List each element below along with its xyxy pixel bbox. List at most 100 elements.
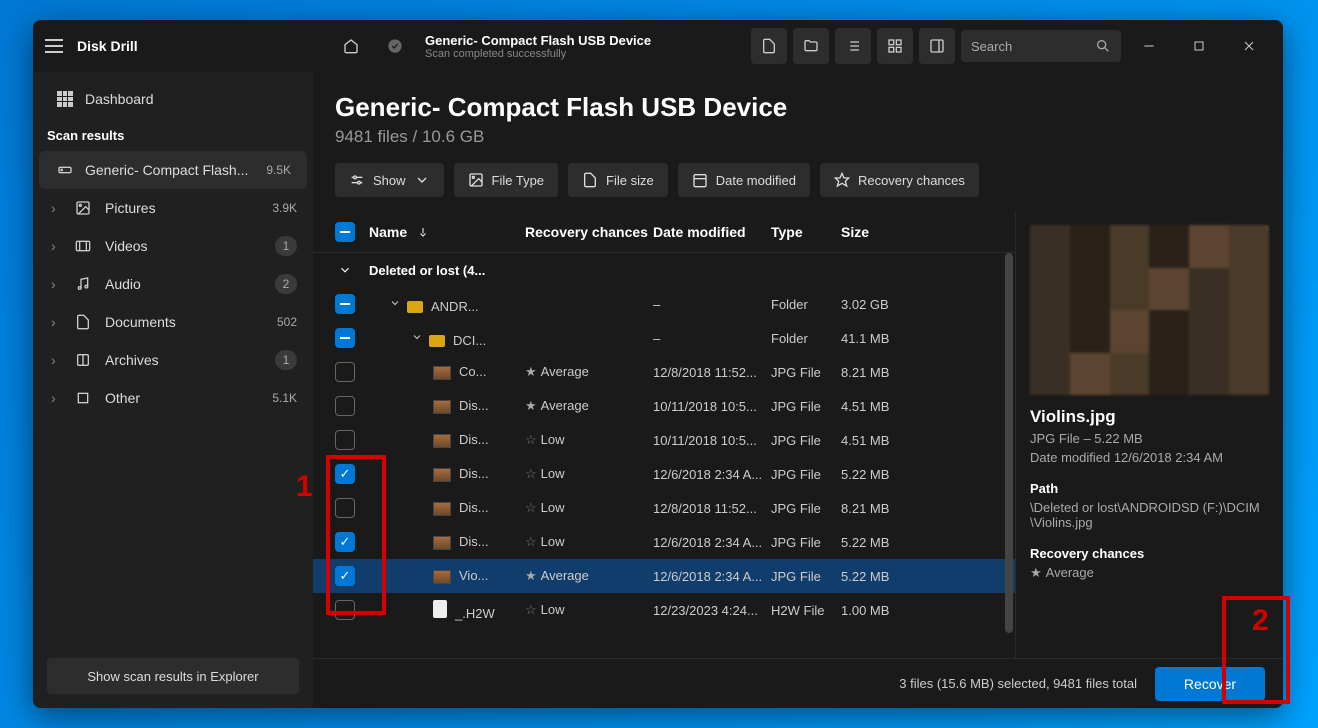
sidebar-item-audio[interactable]: › Audio 2: [33, 265, 313, 303]
page-subtitle: 9481 files / 10.6 GB: [335, 127, 1261, 147]
star-icon: [834, 172, 850, 188]
app-window: Disk Drill Generic- Compact Flash USB De…: [33, 20, 1283, 708]
star-half-icon: ★: [525, 398, 537, 413]
star-half-icon: ★: [525, 568, 537, 583]
search-input[interactable]: Search: [961, 30, 1121, 62]
show-in-explorer-button[interactable]: Show scan results in Explorer: [47, 658, 299, 694]
menu-icon[interactable]: [45, 39, 63, 53]
row-checkbox[interactable]: [335, 328, 355, 348]
preview-meta: JPG File – 5.22 MB: [1030, 431, 1269, 446]
preview-modified: Date modified 12/6/2018 2:34 AM: [1030, 450, 1269, 465]
chevron-right-icon: ›: [51, 352, 63, 368]
file-view-icon[interactable]: [751, 28, 787, 64]
chevron-down-icon: [411, 329, 423, 345]
row-checkbox[interactable]: [335, 396, 355, 416]
calendar-icon: [692, 172, 708, 188]
column-size[interactable]: Size: [841, 224, 1003, 240]
minimize-button[interactable]: [1127, 30, 1171, 62]
sidebar-item-archives[interactable]: › Archives 1: [33, 341, 313, 379]
image-thumb-icon: [433, 434, 451, 448]
date-modified-filter-button[interactable]: Date modified: [678, 163, 810, 197]
sidebar-dashboard[interactable]: Dashboard: [33, 80, 313, 118]
table-row[interactable]: ✓ Dis... ☆Low 12/6/2018 2:34 A... JPG Fi…: [313, 457, 1015, 491]
main-panel: Generic- Compact Flash USB Device 9481 f…: [313, 72, 1283, 708]
folder-view-icon[interactable]: [793, 28, 829, 64]
table-row[interactable]: _.H2W ☆Low 12/23/2023 4:24... H2W File 1…: [313, 593, 1015, 627]
preview-filename: Violins.jpg: [1030, 407, 1269, 427]
star-empty-icon: ☆: [525, 602, 537, 617]
star-half-icon: ★: [525, 364, 537, 379]
folder-icon: [407, 301, 423, 313]
preview-thumbnail: [1030, 225, 1269, 395]
document-icon: [75, 314, 93, 330]
table-header: Name Recovery chances Date modified Type…: [313, 211, 1015, 253]
list-view-icon[interactable]: [835, 28, 871, 64]
column-recovery[interactable]: Recovery chances: [525, 224, 653, 240]
star-empty-icon: ☆: [525, 500, 537, 515]
sort-down-icon: [417, 224, 429, 240]
table-row[interactable]: Co... ★Average 12/8/2018 11:52... JPG Fi…: [313, 355, 1015, 389]
sidebar-item-documents[interactable]: › Documents 502: [33, 303, 313, 341]
row-checkbox[interactable]: [335, 430, 355, 450]
row-checkbox[interactable]: [335, 600, 355, 620]
image-thumb-icon: [433, 468, 451, 482]
table-row[interactable]: ANDR... – Folder 3.02 GB: [313, 287, 1015, 321]
sidebar-item-pictures[interactable]: › Pictures 3.9K: [33, 189, 313, 227]
scrollbar[interactable]: [1005, 253, 1013, 633]
row-checkbox[interactable]: [335, 498, 355, 518]
maximize-button[interactable]: [1177, 30, 1221, 62]
table-row[interactable]: ✓ Dis... ☆Low 12/6/2018 2:34 A... JPG Fi…: [313, 525, 1015, 559]
table-row[interactable]: Dis... ☆Low 10/11/2018 10:5... JPG File …: [313, 423, 1015, 457]
row-checkbox[interactable]: ✓: [335, 532, 355, 552]
chevron-down-icon: [389, 295, 401, 311]
footer-bar: 3 files (15.6 MB) selected, 9481 files t…: [313, 658, 1283, 708]
panel-toggle-icon[interactable]: [919, 28, 955, 64]
sidebar-item-videos[interactable]: › Videos 1: [33, 227, 313, 265]
sidebar-device[interactable]: Generic- Compact Flash... 9.5K: [39, 151, 307, 189]
app-title: Disk Drill: [77, 38, 138, 54]
recover-button[interactable]: Recover: [1155, 667, 1265, 701]
chevron-right-icon: ›: [51, 390, 63, 406]
star-empty-icon: ☆: [525, 534, 537, 549]
column-type[interactable]: Type: [771, 224, 841, 240]
select-all-checkbox[interactable]: [335, 222, 355, 242]
sliders-icon: [349, 172, 365, 188]
column-name[interactable]: Name: [365, 224, 525, 240]
table-row[interactable]: ✓ Vio... ★Average 12/6/2018 2:34 A... JP…: [313, 559, 1015, 593]
column-date[interactable]: Date modified: [653, 224, 771, 240]
group-row[interactable]: Deleted or lost (4...: [313, 253, 1015, 287]
file-size-filter-button[interactable]: File size: [568, 163, 668, 197]
image-icon: [468, 172, 484, 188]
filter-bar: Show File Type File size Date modified R…: [313, 163, 1283, 211]
chevron-right-icon: ›: [51, 200, 63, 216]
recovery-chances-filter-button[interactable]: Recovery chances: [820, 163, 979, 197]
file-type-filter-button[interactable]: File Type: [454, 163, 559, 197]
preview-path-label: Path: [1030, 481, 1269, 496]
picture-icon: [75, 200, 93, 216]
table-row[interactable]: Dis... ★Average 10/11/2018 10:5... JPG F…: [313, 389, 1015, 423]
chevron-right-icon: ›: [51, 276, 63, 292]
row-checkbox[interactable]: [335, 362, 355, 382]
checkmark-circle-icon[interactable]: [377, 28, 413, 64]
table-row[interactable]: DCI... – Folder 41.1 MB: [313, 321, 1015, 355]
close-button[interactable]: [1227, 30, 1271, 62]
home-icon[interactable]: [333, 28, 369, 64]
row-checkbox[interactable]: ✓: [335, 566, 355, 586]
show-filter-button[interactable]: Show: [335, 163, 444, 197]
row-checkbox[interactable]: [335, 294, 355, 314]
star-empty-icon: ☆: [525, 466, 537, 481]
preview-recovery-value: ★Average: [1030, 565, 1269, 581]
audio-icon: [75, 276, 93, 292]
file-table: Name Recovery chances Date modified Type…: [313, 211, 1015, 658]
image-thumb-icon: [433, 400, 451, 414]
grid-view-icon[interactable]: [877, 28, 913, 64]
preview-path: \Deleted or lost\ANDROIDSD (F:)\DCIM\Vio…: [1030, 500, 1269, 530]
other-icon: [75, 390, 93, 406]
row-checkbox[interactable]: ✓: [335, 464, 355, 484]
sidebar-heading: Scan results: [33, 118, 313, 151]
chevron-down-icon: [338, 262, 352, 278]
table-row[interactable]: Dis... ☆Low 12/8/2018 11:52... JPG File …: [313, 491, 1015, 525]
sidebar-item-other[interactable]: › Other 5.1K: [33, 379, 313, 417]
document-icon: [582, 172, 598, 188]
titlebar: Disk Drill Generic- Compact Flash USB De…: [33, 20, 1283, 72]
